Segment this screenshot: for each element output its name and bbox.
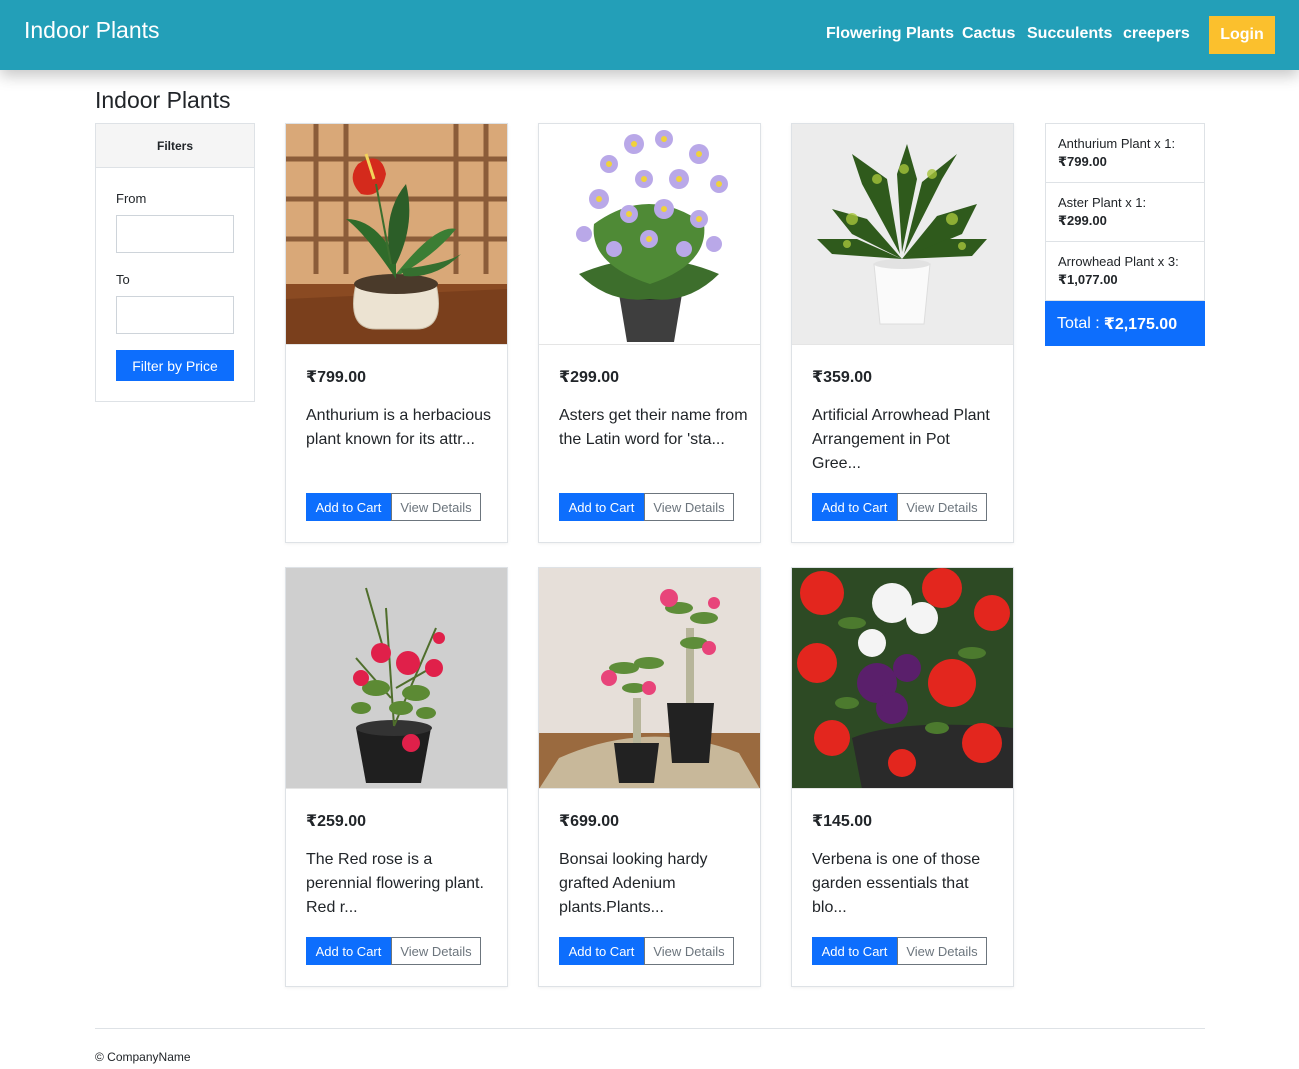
card-actions: Add to Cart View Details	[559, 493, 734, 521]
product-price: ₹359.00	[812, 369, 873, 386]
product-card-arrowhead: ₹359.00 Artificial Arrowhead Plant Arran…	[791, 123, 1014, 543]
product-image-aster[interactable]	[539, 124, 760, 345]
footer-copyright: © CompanyName	[95, 1050, 191, 1064]
card-actions: Add to Cart View Details	[306, 493, 481, 521]
product-card-adenium: ₹699.00 Bonsai looking hardy grafted Ade…	[538, 567, 761, 987]
cart-item-name: Aster Plant x 1:	[1058, 195, 1147, 210]
filter-by-price-button[interactable]: Filter by Price	[116, 350, 234, 381]
product-description: Anthurium is a herbacious plant known fo…	[306, 407, 491, 448]
card-actions: Add to Cart View Details	[812, 493, 987, 521]
filters-panel: Filters From To Filter by Price	[95, 123, 255, 402]
view-details-button[interactable]: View Details	[391, 493, 481, 521]
page-title: Indoor Plants	[95, 87, 231, 113]
card-actions: Add to Cart View Details	[306, 937, 481, 965]
nav-link-flowering-plants[interactable]: Flowering Plants	[826, 25, 954, 43]
product-price: ₹699.00	[559, 813, 620, 830]
product-description: The Red rose is a perennial flowering pl…	[306, 851, 484, 916]
add-to-cart-button[interactable]: Add to Cart	[559, 937, 644, 965]
product-price: ₹259.00	[306, 813, 367, 830]
cart-total-value: ₹2,175.00	[1103, 315, 1178, 333]
add-to-cart-button[interactable]: Add to Cart	[306, 937, 391, 965]
cart-item-name: Arrowhead Plant x 3:	[1058, 254, 1179, 269]
top-navbar: Indoor Plants Flowering Plants Cactus Su…	[0, 0, 1299, 70]
product-price: ₹299.00	[559, 369, 620, 386]
from-price-input[interactable]	[116, 215, 234, 253]
product-image-arrowhead[interactable]	[792, 124, 1013, 345]
product-image-red-rose[interactable]	[286, 568, 507, 789]
nav-link-creepers[interactable]: creepers	[1123, 25, 1190, 43]
add-to-cart-button[interactable]: Add to Cart	[559, 493, 644, 521]
cart-item-price: ₹299.00	[1058, 213, 1107, 228]
card-actions: Add to Cart View Details	[812, 937, 987, 965]
product-description: Bonsai looking hardy grafted Adenium pla…	[559, 851, 708, 916]
add-to-cart-button[interactable]: Add to Cart	[812, 493, 897, 521]
product-description: Asters get their name from the Latin wor…	[559, 407, 748, 448]
cart-summary: Anthurium Plant x 1: ₹799.00 Aster Plant…	[1045, 123, 1205, 346]
nav-link-succulents[interactable]: Succulents	[1027, 25, 1112, 43]
footer-divider	[95, 1028, 1205, 1029]
product-card-red-rose: ₹259.00 The Red rose is a perennial flow…	[285, 567, 508, 987]
brand-logo-text[interactable]: Indoor Plants	[24, 17, 160, 44]
cart-total: Total : ₹2,175.00	[1045, 301, 1205, 346]
add-to-cart-button[interactable]: Add to Cart	[812, 937, 897, 965]
product-image-verbena[interactable]	[792, 568, 1013, 789]
login-button[interactable]: Login	[1209, 16, 1275, 54]
product-image-adenium[interactable]	[539, 568, 760, 789]
filters-header: Filters	[96, 124, 254, 168]
nav-link-cactus[interactable]: Cactus	[962, 25, 1015, 43]
to-label: To	[116, 272, 130, 287]
product-price: ₹145.00	[812, 813, 873, 830]
add-to-cart-button[interactable]: Add to Cart	[306, 493, 391, 521]
view-details-button[interactable]: View Details	[391, 937, 481, 965]
cart-item: Aster Plant x 1: ₹299.00	[1046, 183, 1204, 242]
card-actions: Add to Cart View Details	[559, 937, 734, 965]
cart-total-label: Total :	[1057, 314, 1100, 332]
product-description: Artificial Arrowhead Plant Arrangement i…	[812, 407, 990, 472]
cart-item: Arrowhead Plant x 3: ₹1,077.00	[1046, 242, 1204, 301]
cart-item-name: Anthurium Plant x 1:	[1058, 136, 1176, 151]
product-description: Verbena is one of those garden essential…	[812, 851, 981, 916]
product-price: ₹799.00	[306, 369, 367, 386]
product-card-verbena: ₹145.00 Verbena is one of those garden e…	[791, 567, 1014, 987]
view-details-button[interactable]: View Details	[644, 937, 734, 965]
product-card-aster: ₹299.00 Asters get their name from the L…	[538, 123, 761, 543]
view-details-button[interactable]: View Details	[897, 493, 987, 521]
product-image-anthurium[interactable]	[286, 124, 507, 345]
to-price-input[interactable]	[116, 296, 234, 334]
cart-item-price: ₹799.00	[1058, 154, 1107, 169]
cart-item-price: ₹1,077.00	[1058, 272, 1118, 287]
cart-item: Anthurium Plant x 1: ₹799.00	[1046, 124, 1204, 183]
view-details-button[interactable]: View Details	[897, 937, 987, 965]
product-card-anthurium: ₹799.00 Anthurium is a herbacious plant …	[285, 123, 508, 543]
from-label: From	[116, 191, 147, 206]
view-details-button[interactable]: View Details	[644, 493, 734, 521]
